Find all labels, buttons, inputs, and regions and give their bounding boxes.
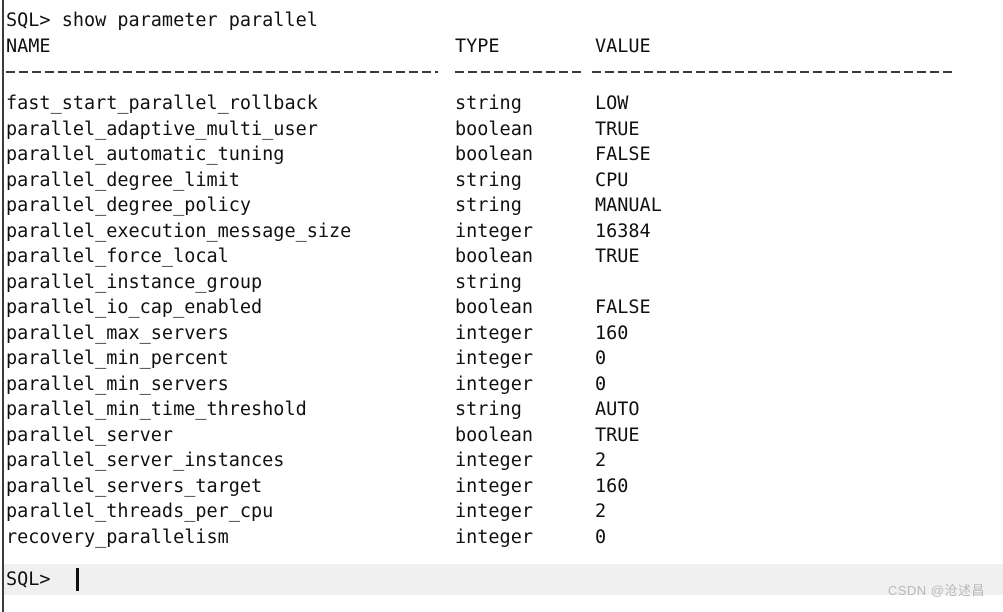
parameter-type: boolean	[455, 144, 533, 165]
parameter-name: parallel_min_servers	[6, 373, 229, 395]
separator-value	[592, 71, 954, 73]
parameter-name: parallel_max_servers	[6, 322, 229, 344]
parameter-type: integer	[455, 348, 533, 369]
table-row: parallel_min_servers integer 0	[0, 372, 1003, 397]
table-row: parallel_threads_per_cpu integer 2	[0, 499, 1003, 524]
parameter-name: parallel_threads_per_cpu	[6, 501, 274, 522]
table-row: parallel_automatic_tuning boolean FALSE	[0, 142, 1003, 167]
parameter-value: FALSE	[595, 144, 651, 165]
table-row: parallel_servers_target integer 160	[0, 474, 1003, 499]
parameter-type: integer	[455, 373, 533, 395]
sql-prompt: SQL>	[6, 569, 51, 590]
parameter-name: parallel_execution_message_size	[6, 220, 352, 242]
parameter-name: parallel_io_cap_enabled	[6, 297, 263, 318]
separator-name	[6, 71, 438, 73]
parameter-value: 0	[595, 373, 607, 395]
parameter-name: parallel_servers_target	[6, 475, 263, 497]
csdn-watermark: CSDN @沧述昌	[887, 583, 985, 598]
column-header-name: NAME	[6, 36, 51, 57]
parameter-value: 16384	[595, 220, 651, 242]
parameter-name: parallel_min_time_threshold	[6, 399, 307, 420]
parameter-type: string	[455, 271, 522, 293]
parameter-type: boolean	[455, 424, 533, 446]
parameter-type: string	[455, 399, 522, 420]
table-header-row: NAME TYPE VALUE	[0, 34, 1003, 59]
parameter-value: 0	[595, 526, 607, 548]
parameter-value: 0	[595, 348, 607, 369]
parameter-value: 2	[595, 450, 607, 471]
parameter-name: fast_start_parallel_rollback	[6, 93, 318, 114]
parameter-type: string	[455, 195, 522, 216]
table-row: parallel_server boolean TRUE	[0, 423, 1003, 448]
parameter-type: integer	[455, 526, 533, 548]
table-row: fast_start_parallel_rollback string LOW	[0, 91, 1003, 116]
table-row: parallel_execution_message_size integer 16…	[0, 219, 1003, 244]
parameter-type: integer	[455, 220, 533, 242]
parameter-value: TRUE	[595, 246, 640, 267]
prompt-band	[4, 564, 1003, 595]
table-row: recovery_parallelism integer 0	[0, 525, 1003, 550]
table-row: parallel_max_servers integer 160	[0, 321, 1003, 346]
parameter-value: FALSE	[595, 297, 651, 318]
table-row: parallel_degree_limit string CPU	[0, 168, 1003, 193]
table-row: parallel_force_local boolean TRUE	[0, 244, 1003, 269]
parameter-value: 160	[595, 475, 629, 497]
table-row: parallel_min_time_threshold string AUTO	[0, 397, 1003, 422]
separator-type	[455, 71, 581, 73]
parameter-type: boolean	[455, 246, 533, 267]
parameter-type: string	[455, 93, 522, 114]
column-header-value: VALUE	[595, 36, 651, 57]
parameter-value: AUTO	[595, 399, 640, 420]
parameter-type: integer	[455, 322, 533, 344]
parameter-type: boolean	[455, 118, 533, 140]
table-row: parallel_adaptive_multi_user boolean TRUE	[0, 117, 1003, 142]
table-row: parallel_min_percent integer 0	[0, 346, 1003, 371]
parameter-name: parallel_automatic_tuning	[6, 144, 285, 165]
text-cursor[interactable]	[76, 568, 79, 591]
parameter-name: parallel_adaptive_multi_user	[6, 118, 318, 140]
parameter-type: integer	[455, 501, 533, 522]
parameter-value: TRUE	[595, 118, 640, 140]
terminal-output-area[interactable]: SQL> show parameter parallel NAME TYPE V…	[0, 0, 1003, 612]
table-row: parallel_io_cap_enabled boolean FALSE	[0, 295, 1003, 320]
table-row: parallel_server_instances integer 2	[0, 448, 1003, 473]
parameter-value: LOW	[595, 93, 629, 114]
parameter-value: TRUE	[595, 424, 640, 446]
parameter-name: recovery_parallelism	[6, 526, 229, 548]
command-line: SQL> show parameter parallel	[6, 10, 318, 31]
table-row: parallel_instance_group string	[0, 270, 1003, 295]
parameter-type: string	[455, 169, 522, 191]
parameter-type: boolean	[455, 297, 533, 318]
parameter-value: CPU	[595, 169, 629, 191]
parameter-name: parallel_server_instances	[6, 450, 285, 471]
parameter-name: parallel_instance_group	[6, 271, 263, 293]
parameter-type: integer	[455, 475, 533, 497]
parameter-type: integer	[455, 450, 533, 471]
table-row: parallel_degree_policy string MANUAL	[0, 193, 1003, 218]
parameter-value: 2	[595, 501, 607, 522]
parameter-value: 160	[595, 322, 629, 344]
parameter-name: parallel_degree_policy	[6, 195, 252, 216]
parameter-name: parallel_force_local	[6, 246, 229, 267]
column-header-type: TYPE	[455, 36, 500, 57]
parameter-value: MANUAL	[595, 195, 662, 216]
parameter-name: parallel_server	[6, 424, 174, 446]
parameter-name: parallel_degree_limit	[6, 169, 240, 191]
sqlplus-terminal-window: SQL> show parameter parallel NAME TYPE V…	[0, 0, 1003, 612]
parameter-name: parallel_min_percent	[6, 348, 229, 369]
